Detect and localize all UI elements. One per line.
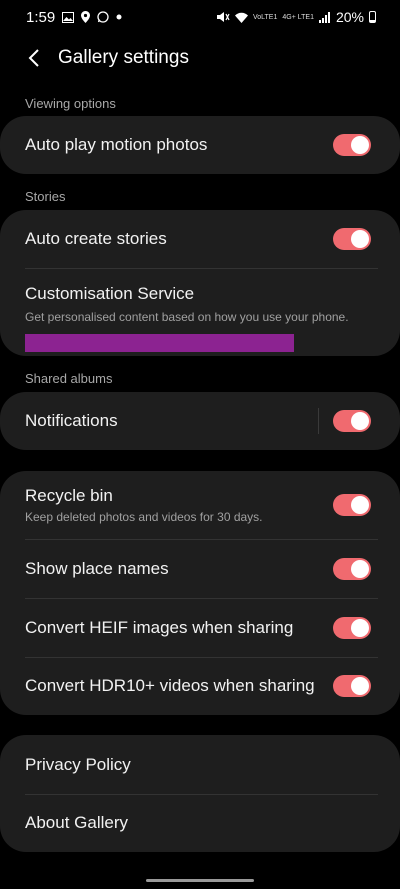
about-gallery-link[interactable]: About Gallery — [0, 794, 400, 852]
auto-create-stories-toggle[interactable] — [333, 228, 371, 250]
setting-title: Convert HDR10+ videos when sharing — [25, 676, 315, 695]
page-title: Gallery settings — [58, 47, 189, 68]
setting-notifications[interactable]: Notifications — [0, 392, 400, 450]
setting-subtitle: Get personalised content based on how yo… — [25, 310, 349, 324]
lte-label: 4G+ LTE1 — [282, 13, 314, 21]
card-stories: Auto create stories Customisation Servic… — [0, 210, 400, 356]
home-indicator[interactable] — [146, 879, 254, 882]
auto-play-toggle[interactable] — [333, 134, 371, 156]
setting-title: Customisation Service — [25, 284, 195, 303]
notification-dot-icon — [116, 14, 122, 20]
setting-title: Auto play motion photos — [25, 135, 208, 154]
convert-hdr10-toggle[interactable] — [333, 675, 371, 697]
setting-show-place-names[interactable]: Show place names — [0, 539, 400, 598]
section-label-shared: Shared albums — [25, 371, 113, 386]
card-shared: Notifications — [0, 392, 400, 450]
section-label-stories: Stories — [25, 189, 66, 204]
setting-title: Recycle bin — [25, 486, 113, 505]
setting-title: About Gallery — [25, 813, 128, 832]
divider — [318, 408, 319, 434]
setting-title: Show place names — [25, 558, 169, 578]
whatsapp-icon — [97, 11, 109, 23]
setting-convert-heif[interactable]: Convert HEIF images when sharing — [0, 598, 400, 657]
status-bar: 1:59 VoLTE1 4G+ LTE1 20% — [0, 0, 400, 34]
setting-title: Auto create stories — [25, 229, 167, 248]
setting-subtitle: Keep deleted photos and videos for 30 da… — [25, 510, 263, 524]
redaction-bar — [25, 334, 294, 352]
setting-recycle-bin[interactable]: Recycle bin Keep deleted photos and vide… — [0, 471, 400, 539]
privacy-policy-link[interactable]: Privacy Policy — [0, 735, 400, 794]
volte-label: VoLTE1 — [252, 13, 278, 21]
setting-auto-create-stories[interactable]: Auto create stories — [0, 210, 400, 268]
setting-customisation-service[interactable]: Customisation Service Get personalised c… — [0, 268, 400, 356]
location-icon — [81, 11, 91, 23]
setting-title: Privacy Policy — [25, 754, 131, 774]
section-label-viewing: Viewing options — [25, 96, 116, 111]
notifications-toggle[interactable] — [333, 410, 371, 432]
card-viewing: Auto play motion photos — [0, 116, 400, 174]
battery-icon — [369, 11, 376, 23]
back-button[interactable] — [14, 36, 54, 80]
status-time: 1:59 — [26, 8, 56, 26]
app-header: Gallery settings — [0, 36, 400, 80]
signal-icon — [318, 11, 331, 23]
setting-convert-hdr10[interactable]: Convert HDR10+ videos when sharing — [0, 657, 400, 715]
convert-heif-toggle[interactable] — [333, 616, 371, 639]
card-misc: Recycle bin Keep deleted photos and vide… — [0, 471, 400, 715]
show-place-names-toggle[interactable] — [333, 557, 371, 580]
recycle-bin-toggle[interactable] — [333, 494, 371, 516]
setting-auto-play[interactable]: Auto play motion photos — [0, 116, 400, 174]
battery-percent: 20% — [335, 9, 364, 25]
mute-icon — [216, 11, 230, 23]
image-icon — [62, 11, 75, 23]
wifi-icon — [234, 12, 248, 23]
setting-title: Convert HEIF images when sharing — [25, 617, 294, 637]
back-icon — [28, 49, 39, 67]
setting-title: Notifications — [25, 411, 118, 430]
card-about: Privacy Policy About Gallery — [0, 735, 400, 852]
